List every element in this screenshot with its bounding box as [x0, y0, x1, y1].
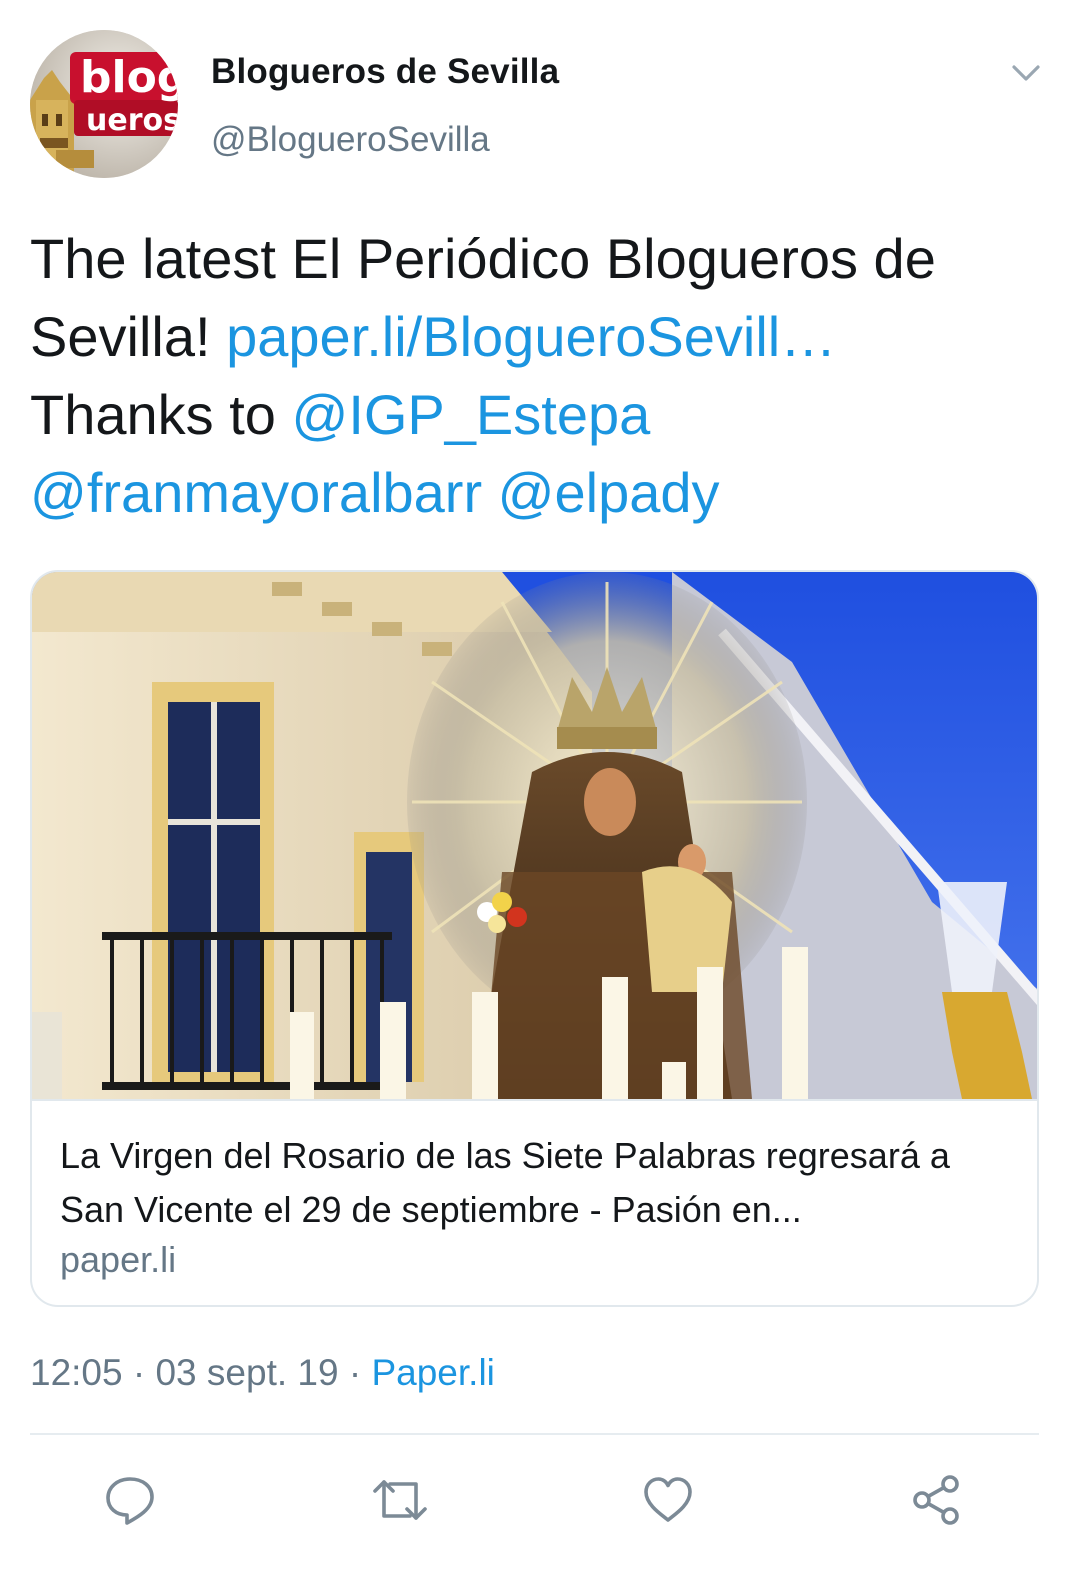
tweet-link[interactable]: paper.li/BlogueroSevill… [226, 305, 836, 368]
mention-franmayoralbarr[interactable]: @franmayoralbarr [30, 461, 482, 524]
tweet-text-part: Thanks to [30, 383, 276, 446]
card-domain: paper.li [60, 1239, 177, 1280]
tweet-time: 12:05 [30, 1352, 123, 1393]
meta-separator: · [122, 1352, 156, 1393]
divider [30, 1433, 1039, 1435]
retweet-button[interactable] [370, 1470, 430, 1530]
reply-icon [106, 1477, 154, 1525]
share-button[interactable] [906, 1470, 966, 1530]
like-icon [644, 1477, 692, 1522]
retweet-icon [373, 1480, 427, 1520]
mention-igp-estepa[interactable]: @IGP_Estepa [291, 383, 650, 446]
meta-separator: · [338, 1352, 372, 1393]
tweet-source[interactable]: Paper.li [371, 1352, 494, 1393]
author-avatar[interactable]: blog ueros [30, 30, 178, 178]
blogueros-logo-avatar: blog ueros [30, 30, 178, 178]
author-handle[interactable]: @BlogueroSevilla [211, 120, 490, 160]
mention-elpady[interactable]: @elpady [498, 461, 720, 524]
svg-text:blog: blog [80, 52, 178, 103]
tweet-date[interactable]: 03 sept. 19 [155, 1352, 338, 1393]
tweet-detail: blog ueros Blogueros de Sevilla @Bloguer… [0, 0, 1077, 1576]
chevron-down-icon [1012, 65, 1040, 81]
tweet-menu-button[interactable] [1006, 55, 1046, 91]
reply-button[interactable] [100, 1470, 160, 1530]
tweet-metadata: 12:05 · 03 sept. 19 · Paper.li [30, 1352, 495, 1394]
author-display-name[interactable]: Blogueros de Sevilla [211, 52, 559, 92]
card-image [32, 572, 1037, 1099]
card-title: La Virgen del Rosario de las Siete Palab… [60, 1135, 950, 1230]
tweet-text: The latest El Periódico Blogueros de Sev… [30, 220, 1040, 532]
card-body: La Virgen del Rosario de las Siete Palab… [32, 1099, 1037, 1305]
share-icon [913, 1475, 959, 1525]
like-button[interactable] [638, 1470, 698, 1530]
link-preview-card[interactable]: La Virgen del Rosario de las Siete Palab… [30, 570, 1039, 1307]
svg-text:ueros: ueros [86, 103, 178, 138]
